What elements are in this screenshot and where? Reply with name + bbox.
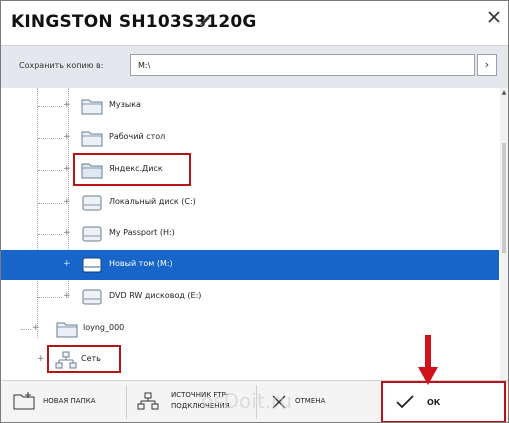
tree-item-music[interactable]: + Музыка xyxy=(1,91,499,121)
ftp-label-line2: ПОДКЛЮЧЕНИЯ xyxy=(171,402,230,410)
cancel-label: ОТМЕНА xyxy=(295,397,326,405)
chevron-right-icon[interactable]: › xyxy=(477,54,497,76)
tree-item-new-volume-m[interactable]: + Новый том (M:) xyxy=(1,250,499,280)
expand-icon[interactable]: + xyxy=(63,292,71,301)
expand-icon[interactable]: + xyxy=(63,133,71,142)
expand-icon[interactable]: + xyxy=(63,229,71,238)
drive-icon xyxy=(82,226,102,242)
new-folder-icon xyxy=(13,392,35,410)
save-copy-dialog: KINGSTON SH103S3120G Сохранить копию в: … xyxy=(0,0,509,423)
tree-item-label: Локальный диск (C:) xyxy=(109,197,196,206)
dialog-title: KINGSTON SH103S3120G xyxy=(11,12,257,32)
save-location-label: Сохранить копию в: xyxy=(19,61,104,70)
scroll-thumb[interactable] xyxy=(502,143,506,253)
save-location-input[interactable]: M:\ xyxy=(130,54,475,76)
tree-item-dvd-rw-e[interactable]: + DVD RW дисковод (E:) xyxy=(1,282,499,312)
expand-icon[interactable]: + xyxy=(63,260,71,269)
expand-icon[interactable]: + xyxy=(63,198,71,207)
pencil-icon[interactable] xyxy=(197,13,213,29)
tree-item-label: loyng_000 xyxy=(83,323,125,332)
drive-icon xyxy=(82,289,102,305)
drive-icon xyxy=(82,195,102,211)
expand-icon[interactable]: + xyxy=(63,101,71,110)
tree-item-label: Новый том (M:) xyxy=(109,259,173,268)
tree-item-desktop[interactable]: + Рабочий стол xyxy=(1,123,499,153)
tree-item-label: Рабочий стол xyxy=(109,132,166,141)
expand-icon[interactable]: + xyxy=(63,165,71,174)
close-icon xyxy=(272,395,286,409)
folder-icon xyxy=(81,131,103,147)
new-folder-label: НОВАЯ ПАПКА xyxy=(43,397,96,405)
ftp-source-button[interactable]: ИСТОЧНИК FTP- ПОДКЛЮЧЕНИЯ xyxy=(129,381,254,422)
vertical-scrollbar[interactable]: ▲ xyxy=(500,88,508,380)
red-arrow-annotation xyxy=(418,335,438,385)
tree-item-my-passport-h[interactable]: + My Passport (H:) xyxy=(1,219,499,249)
scroll-up-icon[interactable]: ▲ xyxy=(500,88,508,97)
tree-item-label: Музыка xyxy=(109,100,141,109)
checkmark-icon xyxy=(396,395,414,409)
tree-item-label: DVD RW дисковод (E:) xyxy=(109,291,202,300)
network-icon xyxy=(137,392,159,410)
close-icon[interactable] xyxy=(486,9,502,25)
expand-icon[interactable]: + xyxy=(32,324,40,333)
folder-icon xyxy=(81,99,103,115)
ftp-label-line1: ИСТОЧНИК FTP- xyxy=(171,391,229,399)
cancel-button[interactable]: ОТМЕНА xyxy=(259,381,377,422)
new-folder-button[interactable]: НОВАЯ ПАПКА xyxy=(1,381,123,422)
drive-icon xyxy=(82,257,102,273)
expand-icon[interactable]: + xyxy=(37,355,45,364)
ok-button[interactable]: ОК xyxy=(381,381,506,422)
ok-label: ОК xyxy=(427,398,441,407)
title-bar: KINGSTON SH103S3120G xyxy=(1,1,508,45)
folder-icon xyxy=(56,322,78,338)
tree-item-local-disk-c[interactable]: + Локальный диск (C:) xyxy=(1,188,499,218)
highlight-box xyxy=(73,153,191,186)
highlight-box xyxy=(47,345,121,373)
tree-item-label: My Passport (H:) xyxy=(109,228,175,237)
save-location-bar: Сохранить копию в: M:\ › xyxy=(1,45,508,89)
